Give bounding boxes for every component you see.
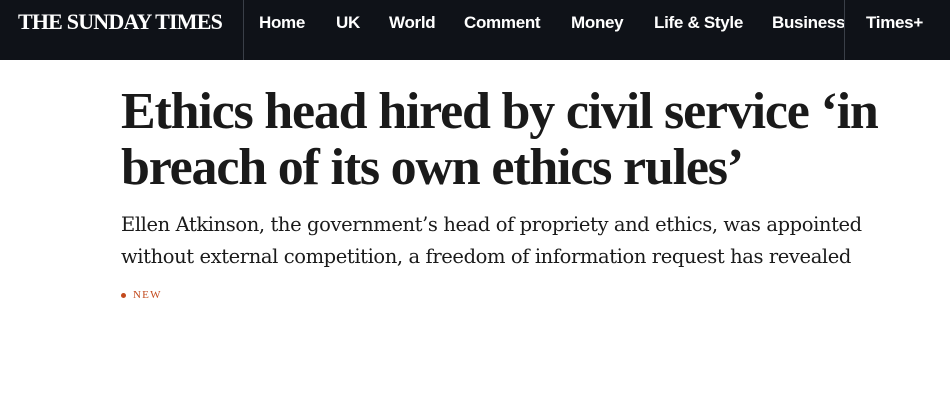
article-header: Ethics head hired by civil service ‘in b… [121,84,881,303]
site-logo[interactable]: THE SUNDAY TIMES [18,8,223,36]
nav-item-times-plus[interactable]: Times+ [866,8,923,38]
article-headline: Ethics head hired by civil service ‘in b… [121,83,879,196]
nav-item-home[interactable]: Home [259,8,305,38]
nav-divider [243,0,244,60]
new-badge-label: NEW [133,289,162,301]
dot-icon [121,292,126,298]
nav-item-comment[interactable]: Comment [464,8,541,38]
top-navigation-bar: THE SUNDAY TIMES Home UK World Comment M… [0,0,950,60]
nav-item-life-style[interactable]: Life & Style [654,8,743,38]
nav-item-business[interactable]: Business [772,8,845,38]
nav-divider [844,0,845,60]
nav-item-world[interactable]: World [389,8,436,38]
nav-item-uk[interactable]: UK [336,8,360,38]
nav-item-money[interactable]: Money [571,8,624,38]
article-standfirst: Ellen Atkinson, the government’s head of… [121,213,862,268]
new-badge: NEW [121,287,881,303]
